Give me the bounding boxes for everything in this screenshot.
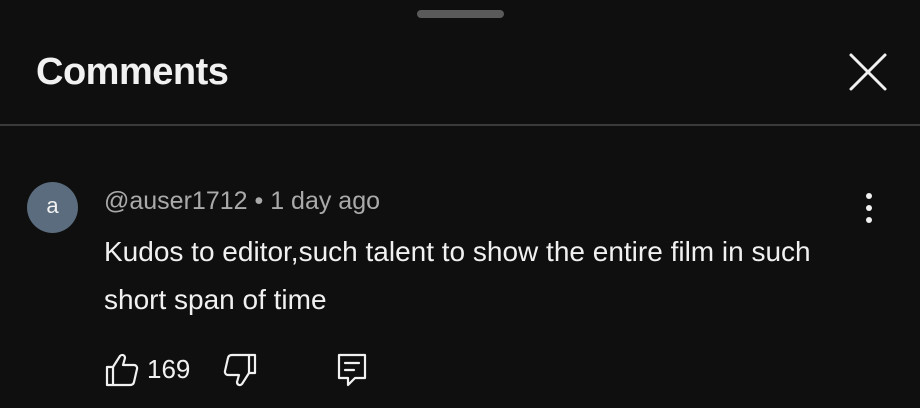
- like-button[interactable]: [102, 351, 140, 389]
- comment-actions: 169: [0, 345, 920, 393]
- avatar[interactable]: a: [27, 182, 78, 233]
- reply-comment-icon: [337, 353, 367, 387]
- comment-text: Kudos to editor,such talent to show the …: [104, 236, 811, 315]
- header-divider: [0, 124, 920, 126]
- panel-title: Comments: [36, 51, 229, 93]
- thumb-down-icon: [223, 353, 257, 387]
- author-handle[interactable]: @auser1712: [104, 187, 248, 215]
- dislike-button[interactable]: [222, 351, 260, 389]
- comments-panel: Comments a @auser1712 • 1 day ago Kudos …: [0, 0, 920, 408]
- thumb-up-icon: [105, 353, 139, 387]
- more-options-button[interactable]: [852, 188, 886, 228]
- reply-button[interactable]: [334, 351, 370, 389]
- close-button[interactable]: [846, 50, 890, 94]
- comment-meta: @auser1712 • 1 day ago: [104, 185, 380, 217]
- close-icon: [849, 53, 887, 91]
- comment-time: 1 day ago: [270, 187, 381, 215]
- like-count: 169: [147, 354, 191, 384]
- meta-separator: •: [247, 187, 271, 215]
- more-vert-icon: [866, 193, 872, 223]
- drag-handle[interactable]: [417, 10, 504, 18]
